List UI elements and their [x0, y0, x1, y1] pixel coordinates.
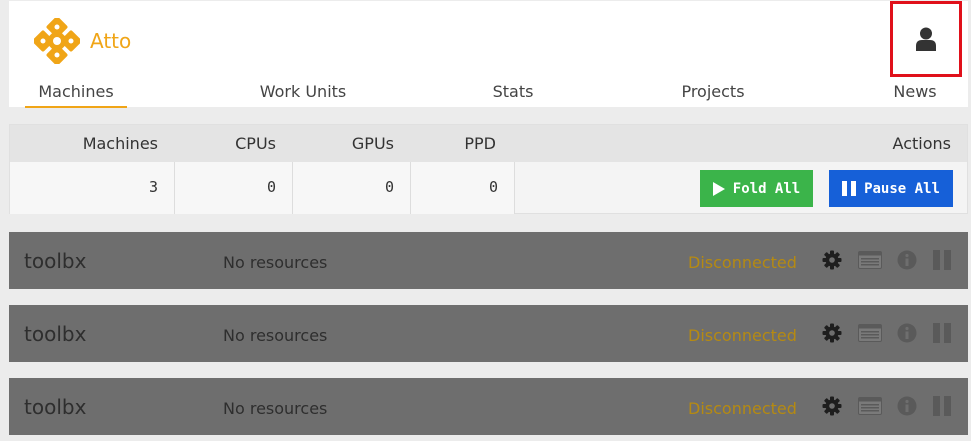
info-icon[interactable]	[897, 396, 917, 416]
brand-name: Atto	[90, 29, 132, 53]
log-window-icon[interactable]	[858, 323, 882, 343]
machine-status: Disconnected	[688, 399, 797, 418]
tab-stats-label: Stats	[492, 82, 534, 101]
cpus-count: 0	[266, 178, 276, 196]
machine-status: Disconnected	[688, 253, 797, 272]
log-window-icon[interactable]	[858, 250, 882, 270]
gpus-count: 0	[384, 178, 394, 196]
pause-all-label: Pause All	[864, 180, 940, 197]
pause-icon[interactable]	[932, 323, 952, 343]
tab-stats[interactable]: Stats	[483, 82, 543, 108]
header-ppd: PPD	[464, 134, 496, 153]
machine-row[interactable]: toolbx No resources Disconnected	[9, 378, 968, 435]
summary-table: Machines CPUs GPUs PPD Actions 3 0 0 0 F…	[9, 124, 968, 214]
atto-logo-icon	[34, 18, 80, 64]
machine-row[interactable]: toolbx No resources Disconnected	[9, 232, 968, 289]
machine-status: Disconnected	[688, 326, 797, 345]
fold-all-label: Fold All	[732, 180, 801, 197]
ppd-value: 0	[488, 178, 498, 196]
user-icon	[916, 27, 936, 51]
header-gpus: GPUs	[351, 134, 394, 153]
tab-news[interactable]: News	[885, 82, 945, 108]
summary-header-row: Machines CPUs GPUs PPD Actions	[10, 125, 967, 162]
tab-projects-label: Projects	[681, 82, 745, 101]
info-icon[interactable]	[897, 250, 917, 270]
machine-name: toolbx	[24, 395, 87, 419]
tab-work-units[interactable]: Work Units	[243, 82, 363, 108]
pause-all-button[interactable]: Pause All	[829, 170, 953, 207]
pause-icon[interactable]	[932, 250, 952, 270]
machine-name: toolbx	[24, 249, 87, 273]
header-actions: Actions	[892, 134, 951, 153]
fold-all-button[interactable]: Fold All	[700, 170, 813, 207]
machine-resources: No resources	[223, 399, 328, 418]
log-window-icon[interactable]	[858, 396, 882, 416]
tab-machines-label: Machines	[38, 82, 114, 101]
machine-resources: No resources	[223, 253, 328, 272]
info-icon[interactable]	[897, 323, 917, 343]
cell-gpus: 0	[293, 162, 411, 214]
tab-machines[interactable]: Machines	[25, 82, 127, 108]
machine-resources: No resources	[223, 326, 328, 345]
tab-projects[interactable]: Projects	[668, 82, 758, 108]
machines-count: 3	[148, 178, 158, 196]
machine-name: toolbx	[24, 322, 87, 346]
account-button[interactable]	[890, 1, 962, 77]
machine-row[interactable]: toolbx No resources Disconnected	[9, 305, 968, 362]
header-cpus: CPUs	[235, 134, 276, 153]
cell-ppd: 0	[411, 162, 515, 214]
gear-icon[interactable]	[822, 250, 842, 270]
top-header: Atto Machines Work Units Stats Projects …	[9, 1, 968, 108]
cell-machines: 3	[10, 162, 175, 214]
pause-icon[interactable]	[932, 396, 952, 416]
tab-news-label: News	[893, 82, 937, 101]
cell-cpus: 0	[175, 162, 293, 214]
gear-icon[interactable]	[822, 396, 842, 416]
header-machines: Machines	[82, 134, 158, 153]
pause-icon	[842, 181, 857, 196]
gear-icon[interactable]	[822, 323, 842, 343]
tab-work-units-label: Work Units	[259, 82, 347, 101]
play-icon	[712, 181, 725, 196]
